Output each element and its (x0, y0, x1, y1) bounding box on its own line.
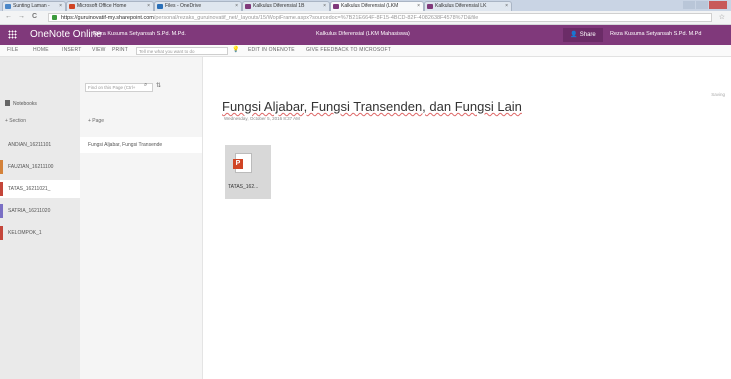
section-label: KELOMPOK_1 (8, 230, 42, 236)
tab-close-icon[interactable]: × (235, 3, 238, 9)
page-item-active[interactable]: Fungsi Aljabar, Fungsi Transende (80, 137, 202, 153)
lock-icon (52, 15, 57, 20)
ribbon-print[interactable]: PRINT (112, 47, 128, 53)
tab-close-icon[interactable]: × (505, 3, 508, 9)
browser-tab-1[interactable]: Sunting Laman - × (2, 1, 66, 11)
notebooks-button[interactable]: Notebooks (5, 100, 37, 107)
tab-favicon (245, 4, 251, 9)
tell-me-input[interactable]: Tell me what you want to do (136, 46, 228, 55)
app-name[interactable]: OneNote Online (30, 29, 102, 40)
browser-tab-6[interactable]: Kalkulus Diferensial LK × (424, 1, 512, 11)
maximize-button[interactable] (696, 1, 708, 9)
window-controls (683, 1, 727, 9)
notebook-owner[interactable]: Reza Kusuma Setyansah S.Pd. M.Pd. (93, 31, 186, 37)
reload-icon[interactable]: C (32, 13, 37, 20)
browser-tab-bar: Sunting Laman - × Microsoft Office Home … (0, 0, 731, 11)
section-label: TATAS_16211021_ (8, 186, 51, 192)
tab-favicon (5, 4, 11, 9)
tab-close-icon[interactable]: × (323, 3, 326, 9)
ribbon-file[interactable]: FILE (7, 47, 18, 53)
section-item[interactable]: FAUZIAN_16211100 (0, 158, 80, 176)
share-label: Share (579, 32, 596, 38)
section-color-bar (0, 204, 3, 218)
section-label: ANDIAN_16211101 (8, 142, 52, 148)
person-icon: 👤 (570, 32, 578, 38)
share-button[interactable]: 👤 Share (563, 28, 603, 42)
section-color-bar (0, 160, 3, 174)
attachment-name: TATAS_162... (228, 184, 259, 190)
page-label: Fungsi Aljabar, Fungsi Transende (88, 142, 163, 148)
url-input[interactable]: https://guruinovatif-my.sharepoint.com/p… (48, 13, 712, 22)
save-status: Saving (711, 92, 725, 97)
browser-tab-3[interactable]: Files - OneDrive × (154, 1, 242, 11)
ribbon-home[interactable]: HOME (33, 47, 49, 53)
tab-label: Sunting Laman - (13, 3, 50, 9)
search-icon[interactable]: ⌕ (144, 82, 147, 89)
edit-in-onenote-link[interactable]: EDIT IN ONENOTE (248, 47, 295, 53)
page-date: Wednesday, October 5, 2016 8:37 AM (224, 116, 300, 121)
tell-me-placeholder: Tell me what you want to do (139, 48, 195, 54)
tab-label: Files - OneDrive (165, 3, 202, 9)
tab-label: Kalkulus Diferensial 1B (253, 3, 305, 9)
tab-close-icon[interactable]: × (59, 3, 62, 9)
section-item-active[interactable]: TATAS_16211021_ (0, 180, 80, 198)
lightbulb-icon: 💡 (232, 47, 240, 53)
add-section-button[interactable]: + Section (5, 118, 26, 124)
ribbon: FILE HOME INSERT VIEW PRINT Tell me what… (0, 45, 731, 97)
section-item[interactable]: ANDIAN_16211101 (0, 136, 80, 154)
file-attachment[interactable]: P TATAS_162... (225, 145, 271, 199)
tab-label: Kalkulus Diferensial LK (435, 3, 487, 9)
browser-tab-2[interactable]: Microsoft Office Home × (66, 1, 154, 11)
powerpoint-file-icon: P (233, 153, 252, 173)
section-color-bar (0, 182, 3, 196)
browser-tab-5[interactable]: Kalkulus Diferensial (LKM × (330, 1, 424, 11)
add-page-button[interactable]: + Page (88, 118, 104, 124)
tab-favicon (69, 4, 75, 9)
sort-icon[interactable]: ⇅ (156, 82, 161, 89)
url-path: /personal/rezaks_guruinovatif_net/_layou… (153, 15, 479, 21)
close-window-button[interactable] (709, 1, 727, 9)
forward-arrow-icon[interactable]: → (18, 13, 25, 20)
url-host: https://guruinovatif-my.sharepoint.com (61, 15, 154, 21)
ribbon-view[interactable]: VIEW (92, 47, 106, 53)
bookmark-star-icon[interactable]: ☆ (719, 13, 725, 21)
tab-label: Microsoft Office Home (77, 3, 127, 9)
onenote-header: OneNote Online Reza Kusuma Setyansah S.P… (0, 25, 731, 45)
tab-close-icon[interactable]: × (417, 3, 420, 9)
section-label: FAUZIAN_16211100 (8, 164, 54, 170)
notebook-name[interactable]: Kalkulus Diferensial (LKM Mahasiswa) (316, 31, 410, 37)
section-item[interactable]: SATRIA_16211020 (0, 202, 80, 220)
give-feedback-link[interactable]: GIVE FEEDBACK TO MICROSOFT (306, 47, 391, 53)
app-launcher-icon[interactable] (8, 30, 17, 39)
section-color-bar (0, 226, 3, 240)
find-on-page-input[interactable]: Find on this Page (Ctrl+ (85, 83, 153, 92)
find-placeholder: Find on this Page (Ctrl+ (88, 85, 136, 90)
tab-favicon (333, 4, 339, 9)
pages-pane (80, 57, 203, 379)
tab-favicon (427, 4, 433, 9)
tab-favicon (157, 4, 163, 9)
page-title[interactable]: Fungsi Aljabar, Fungsi Transenden, dan F… (222, 99, 522, 114)
user-name[interactable]: Reza Kusuma Setyansah S.Pd. M.Pd (610, 31, 731, 37)
tab-label: Kalkulus Diferensial (LKM (341, 3, 399, 9)
minimize-button[interactable] (683, 1, 695, 9)
tab-close-icon[interactable]: × (147, 3, 150, 9)
browser-tab-4[interactable]: Kalkulus Diferensial 1B × (242, 1, 330, 11)
ribbon-insert[interactable]: INSERT (62, 47, 81, 53)
address-bar-row: ← → C https://guruinovatif-my.sharepoint… (0, 11, 731, 25)
notebook-icon (5, 100, 10, 106)
section-label: SATRIA_16211020 (8, 208, 51, 214)
section-item[interactable]: KELOMPOK_1 (0, 224, 80, 242)
back-arrow-icon[interactable]: ← (5, 13, 12, 20)
notebooks-label: Notebooks (13, 101, 37, 107)
